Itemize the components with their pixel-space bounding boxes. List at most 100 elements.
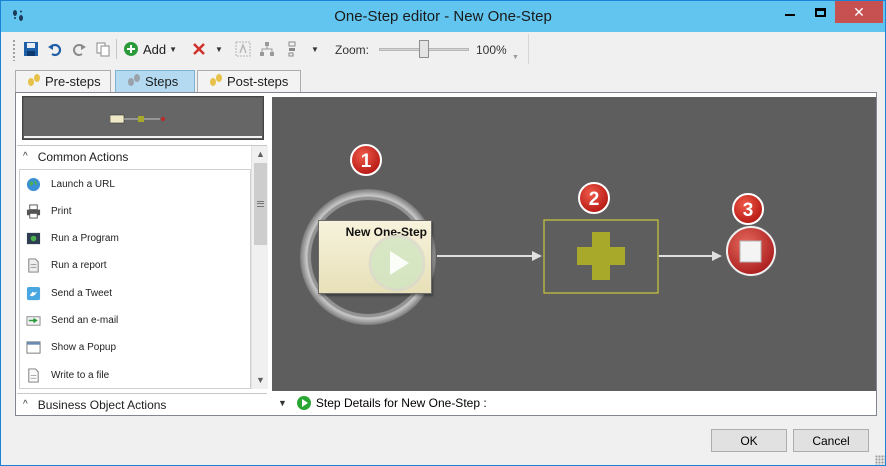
action-label: Launch a URL bbox=[51, 178, 115, 190]
action-label: Print bbox=[51, 205, 72, 217]
toolbar-separator bbox=[116, 39, 117, 59]
delete-icon bbox=[191, 41, 207, 57]
add-label: Add bbox=[143, 41, 167, 57]
toolbar-grip[interactable] bbox=[12, 39, 16, 61]
step-details-bar[interactable]: ▼ Step Details for New One-Step : bbox=[272, 391, 876, 415]
window-title: One-Step editor - New One-Step bbox=[334, 8, 552, 25]
thumb-grip bbox=[257, 201, 264, 207]
svg-text:2: 2 bbox=[589, 189, 600, 210]
section-business-object-actions[interactable]: ^ Business Object Actions bbox=[17, 393, 267, 415]
cancel-button[interactable]: Cancel bbox=[793, 429, 869, 452]
collapse-icon: ^ bbox=[23, 151, 28, 162]
scroll-down-icon[interactable]: ▼ bbox=[252, 372, 269, 389]
add-dropdown-icon[interactable]: ▼ bbox=[169, 45, 177, 54]
footprints-yellow-icon bbox=[208, 73, 224, 90]
action-send-tweet[interactable]: Send a Tweet bbox=[25, 283, 112, 303]
add-step-icon[interactable] bbox=[577, 232, 625, 280]
redo-icon bbox=[71, 41, 87, 57]
save-icon bbox=[23, 41, 39, 57]
common-actions-list: Launch a URL Print Run a Program Run a r… bbox=[19, 169, 251, 389]
step-badge-1: 1 bbox=[350, 144, 382, 176]
start-step-card[interactable]: New One-Step bbox=[318, 220, 432, 294]
resize-grip[interactable] bbox=[875, 455, 885, 465]
email-icon bbox=[25, 312, 41, 328]
align-dropdown-icon[interactable]: ▼ bbox=[311, 45, 319, 54]
align-button[interactable]: ▼ bbox=[285, 39, 319, 59]
scroll-up-icon[interactable]: ▲ bbox=[252, 146, 269, 163]
one-step-editor-window: One-Step editor - New One-Step ✕ Add ▼ ▼… bbox=[0, 0, 886, 466]
action-label: Send an e-mail bbox=[51, 314, 119, 326]
globe-icon bbox=[25, 176, 41, 192]
action-write-file[interactable]: Write to a file bbox=[25, 365, 109, 385]
footprints-gray-icon bbox=[126, 73, 142, 90]
close-button[interactable]: ✕ bbox=[835, 1, 883, 23]
maximize-icon bbox=[814, 7, 826, 17]
zoom-label: Zoom: bbox=[335, 43, 370, 57]
svg-text:1: 1 bbox=[361, 151, 372, 172]
copy-icon bbox=[95, 41, 111, 57]
scrollbar-thumb[interactable] bbox=[254, 163, 267, 245]
mini-flow-icon bbox=[110, 114, 165, 124]
connector-arrow-icon bbox=[712, 251, 722, 261]
popup-icon bbox=[25, 339, 41, 355]
minimize-icon bbox=[785, 14, 795, 16]
action-label: Run a report bbox=[51, 259, 107, 271]
section-common-actions[interactable]: ^ Common Actions bbox=[17, 145, 267, 167]
hierarchy-icon bbox=[259, 41, 275, 57]
action-label: Run a Program bbox=[51, 232, 119, 244]
tab-pre-steps[interactable]: Pre-steps bbox=[15, 70, 111, 92]
actions-panel: ^ Common Actions Launch a URL Print Run … bbox=[16, 93, 271, 415]
printer-icon bbox=[25, 203, 41, 219]
zoom-value: 100% bbox=[476, 43, 507, 57]
tab-label: Pre-steps bbox=[45, 74, 101, 89]
action-label: Send a Tweet bbox=[51, 287, 112, 299]
actions-scrollbar[interactable]: ▲ ▼ bbox=[251, 146, 268, 389]
text-icon bbox=[235, 41, 251, 57]
step-badge-2: 2 bbox=[578, 182, 610, 214]
zoom-slider-thumb[interactable] bbox=[419, 40, 429, 58]
save-button[interactable] bbox=[23, 39, 39, 59]
step-details-label: Step Details for New One-Step : bbox=[315, 396, 487, 410]
toolbar: Add ▼ ▼ ▼ Zoom: 100% bbox=[9, 34, 529, 64]
delete-dropdown-icon[interactable]: ▼ bbox=[215, 45, 223, 54]
maximize-button[interactable] bbox=[805, 1, 835, 23]
section-label: Business Object Actions bbox=[37, 397, 167, 412]
flow-preview-viewport bbox=[24, 98, 262, 138]
collapse-icon: ^ bbox=[23, 399, 28, 410]
redo-button[interactable] bbox=[71, 39, 87, 59]
ok-button[interactable]: OK bbox=[711, 429, 787, 452]
footprints-yellow-icon bbox=[26, 73, 42, 90]
align-icon bbox=[285, 41, 301, 57]
tab-label: Steps bbox=[145, 74, 179, 89]
step-badge-3: 3 bbox=[732, 193, 764, 225]
action-show-popup[interactable]: Show a Popup bbox=[25, 337, 116, 357]
hierarchy-button[interactable] bbox=[259, 39, 275, 59]
section-label: Common Actions bbox=[37, 149, 129, 164]
undo-button[interactable] bbox=[47, 39, 63, 59]
play-icon bbox=[368, 235, 425, 292]
text-format-button[interactable] bbox=[235, 39, 251, 59]
action-print[interactable]: Print bbox=[25, 201, 72, 221]
action-label: Show a Popup bbox=[51, 341, 117, 353]
play-circle-icon bbox=[296, 396, 311, 410]
action-run-program[interactable]: Run a Program bbox=[25, 228, 119, 248]
delete-button[interactable]: ▼ bbox=[191, 39, 223, 59]
title-bar[interactable]: One-Step editor - New One-Step ✕ bbox=[1, 1, 885, 32]
svg-text:3: 3 bbox=[743, 200, 754, 221]
tab-steps[interactable]: Steps bbox=[115, 70, 195, 92]
twitter-icon bbox=[25, 285, 41, 301]
copy-button[interactable] bbox=[95, 39, 111, 59]
toolbar-overflow-icon[interactable]: ▼ bbox=[512, 54, 519, 61]
action-send-email[interactable]: Send an e-mail bbox=[25, 310, 118, 330]
add-button[interactable]: Add ▼ bbox=[123, 39, 177, 59]
tab-post-steps[interactable]: Post-steps bbox=[197, 70, 301, 92]
minimize-button[interactable] bbox=[775, 1, 805, 23]
program-icon bbox=[25, 230, 41, 246]
action-launch-url[interactable]: Launch a URL bbox=[25, 174, 115, 194]
action-label: Write to a file bbox=[51, 369, 110, 381]
connector-arrow-icon bbox=[532, 251, 542, 261]
action-run-report[interactable]: Run a report bbox=[25, 255, 107, 275]
flow-preview[interactable] bbox=[22, 96, 264, 140]
expand-chevron-icon[interactable]: ▼ bbox=[278, 398, 287, 408]
add-icon bbox=[123, 41, 139, 57]
